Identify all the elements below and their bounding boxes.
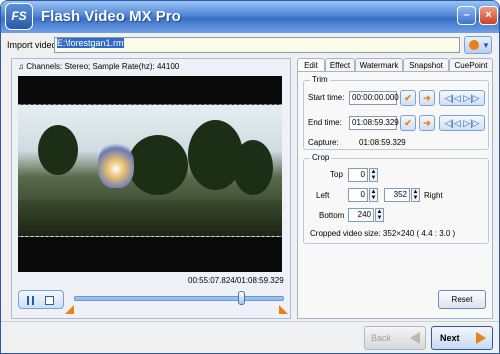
edit-panel: Trim Start time: 00:00:00.000 ✔ ➔ ◁|◁ ▷|… bbox=[297, 71, 493, 319]
app-window: FS Flash Video MX Pro – × Import video: … bbox=[0, 0, 500, 354]
go-start-button[interactable]: ➔ bbox=[419, 90, 435, 106]
left-arrow-icon bbox=[410, 332, 420, 344]
close-button[interactable]: × bbox=[479, 6, 498, 25]
back-label: Back bbox=[371, 333, 392, 343]
import-path-value: E:\forestgan1.rm bbox=[57, 38, 124, 48]
crop-bottom-label: Bottom bbox=[319, 211, 345, 220]
step-frames-end-button[interactable]: ◁|◁ ▷|▷ bbox=[439, 115, 485, 131]
seek-slider[interactable] bbox=[74, 296, 284, 301]
crop-left-label: Left bbox=[316, 191, 330, 200]
tab-watermark[interactable]: Watermark bbox=[355, 58, 403, 72]
trim-title: Trim bbox=[310, 75, 330, 84]
crop-right-field[interactable]: 352 bbox=[384, 188, 410, 202]
crop-right-label: Right bbox=[424, 191, 443, 200]
title-bar: FS Flash Video MX Pro – × bbox=[1, 1, 499, 33]
trim-group: Trim Start time: 00:00:00.000 ✔ ➔ ◁|◁ ▷|… bbox=[303, 75, 489, 150]
crop-right-spinner[interactable]: ▲ ▼ bbox=[411, 188, 420, 202]
tab-snapshot[interactable]: Snapshot bbox=[403, 58, 449, 72]
crop-left-spinner[interactable]: ▲ ▼ bbox=[369, 188, 378, 202]
play-controls[interactable] bbox=[18, 290, 64, 309]
minimize-button[interactable]: – bbox=[457, 6, 476, 25]
audio-icon: ♫ bbox=[18, 62, 27, 71]
tab-effect[interactable]: Effect bbox=[325, 58, 355, 72]
crop-title: Crop bbox=[310, 153, 332, 162]
start-time-label: Start time: bbox=[308, 93, 345, 102]
app-logo-icon: FS bbox=[5, 3, 33, 30]
tab-strip: Edit Effect Watermark Snapshot CuePoint bbox=[297, 58, 493, 73]
timecode: 00:55:07.824/01:08:59.329 bbox=[188, 276, 284, 285]
audio-info-text: Channels: Stereo; Sample Rate(hz): 44100 bbox=[26, 62, 180, 71]
video-preview bbox=[18, 76, 282, 272]
seek-thumb[interactable] bbox=[238, 291, 245, 305]
set-start-button[interactable]: ✔ bbox=[400, 90, 416, 106]
import-path-field[interactable]: E:\forestgan1.rm bbox=[54, 37, 460, 53]
chevron-down-icon: ▼ bbox=[482, 41, 490, 50]
audio-info: ♫ Channels: Stereo; Sample Rate(hz): 441… bbox=[18, 62, 179, 71]
end-time-label: End time: bbox=[308, 118, 342, 127]
crop-bottom-spinner[interactable]: ▲ ▼ bbox=[375, 208, 384, 222]
preview-panel: ♫ Channels: Stereo; Sample Rate(hz): 441… bbox=[11, 58, 291, 319]
next-button[interactable]: Next bbox=[431, 326, 493, 350]
folder-icon bbox=[469, 40, 479, 50]
capture-value: 01:08:59.329 bbox=[359, 138, 406, 147]
import-row: Import video: E:\forestgan1.rm ▼ bbox=[1, 35, 499, 55]
wizard-nav: Back Next bbox=[1, 321, 499, 353]
crop-top-field[interactable]: 0 bbox=[348, 168, 368, 182]
reset-button[interactable]: Reset bbox=[438, 290, 486, 309]
tree-shape bbox=[128, 135, 188, 195]
set-end-button[interactable]: ✔ bbox=[400, 115, 416, 131]
tab-cuepoint[interactable]: CuePoint bbox=[449, 58, 493, 72]
video-frame bbox=[18, 104, 282, 237]
stop-icon[interactable] bbox=[45, 296, 54, 305]
tree-shape bbox=[233, 140, 273, 195]
crop-bottom-field[interactable]: 240 bbox=[348, 208, 374, 222]
mark-in-icon[interactable] bbox=[65, 305, 74, 314]
go-end-button[interactable]: ➔ bbox=[419, 115, 435, 131]
import-label: Import video: bbox=[7, 40, 60, 50]
back-button[interactable]: Back bbox=[364, 326, 426, 350]
end-time-field[interactable]: 01:08:59.329 bbox=[349, 116, 399, 130]
ground-shape bbox=[18, 200, 282, 236]
cropped-size-text: Cropped video size: 352×240 ( 4.4 : 3.0 … bbox=[310, 229, 456, 238]
start-time-field[interactable]: 00:00:00.000 bbox=[349, 91, 399, 105]
mark-out-icon[interactable] bbox=[279, 305, 288, 314]
pause-icon[interactable] bbox=[27, 296, 34, 305]
capture-label: Capture: bbox=[308, 138, 339, 147]
crop-left-field[interactable]: 0 bbox=[348, 188, 368, 202]
window-title: Flash Video MX Pro bbox=[41, 8, 181, 25]
tree-shape bbox=[38, 125, 78, 175]
crop-group: Crop Top 0 ▲ ▼ Left 0 ▲ ▼ 352 ▲ ▼ Right Bot… bbox=[303, 153, 489, 244]
next-label: Next bbox=[440, 333, 460, 343]
crop-top-spinner[interactable]: ▲ ▼ bbox=[369, 168, 378, 182]
light-burst bbox=[98, 140, 134, 188]
right-arrow-icon bbox=[476, 332, 486, 344]
step-frames-button[interactable]: ◁|◁ ▷|▷ bbox=[439, 90, 485, 106]
open-file-button[interactable]: ▼ bbox=[464, 36, 492, 54]
crop-top-label: Top bbox=[330, 170, 343, 179]
